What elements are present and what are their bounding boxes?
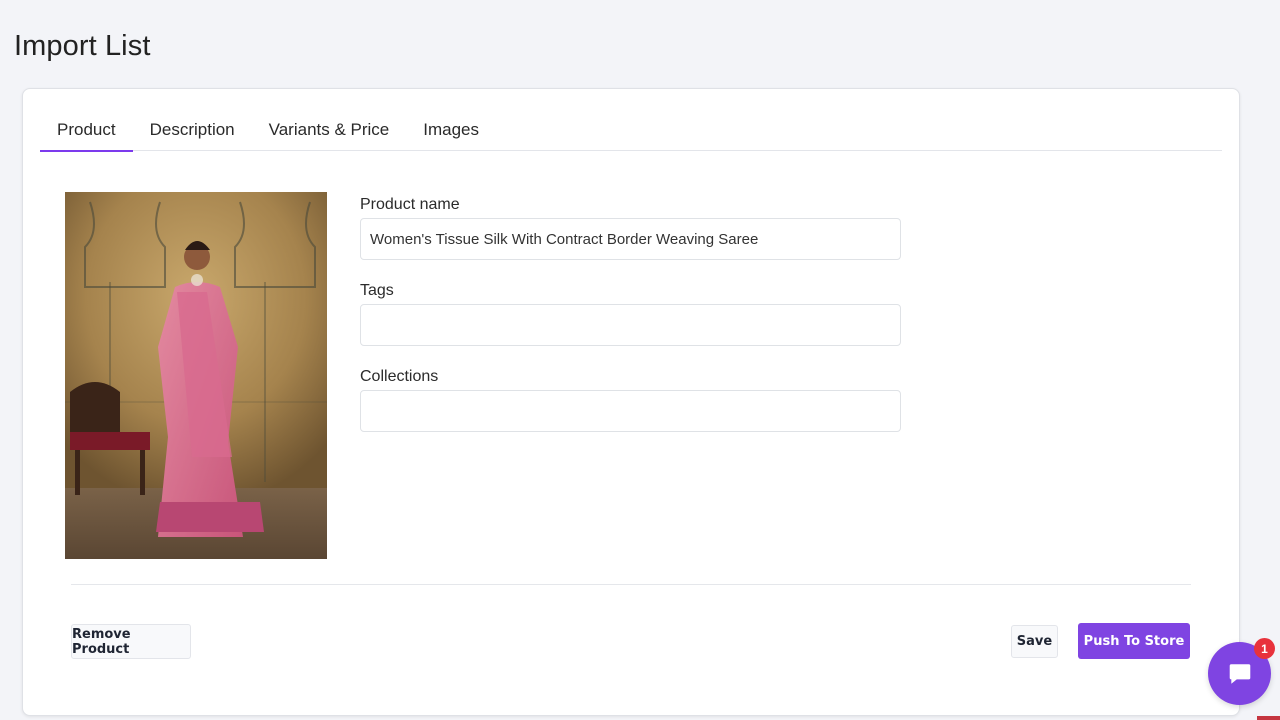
collections-label: Collections: [360, 368, 439, 385]
import-product-card: Product Description Variants & Price Ima…: [22, 88, 1240, 716]
push-to-store-button[interactable]: Push To Store: [1078, 623, 1190, 659]
tab-images[interactable]: Images: [406, 109, 496, 151]
product-image: [65, 192, 327, 559]
tags-field: Tags: [360, 282, 902, 346]
collections-input[interactable]: [360, 390, 901, 432]
page-title: Import List: [14, 30, 151, 62]
product-name-label: Product name: [360, 196, 460, 213]
corner-indicator: [1257, 716, 1280, 720]
product-name-field: Product name: [360, 196, 902, 260]
chat-notification-badge: 1: [1254, 638, 1275, 659]
tab-product[interactable]: Product: [40, 109, 133, 152]
chat-bubble-icon: [1229, 663, 1250, 684]
product-tabs: Product Description Variants & Price Ima…: [40, 109, 1222, 152]
remove-product-button[interactable]: Remove Product: [71, 624, 191, 659]
collections-field: Collections: [360, 368, 902, 432]
tab-variants-price[interactable]: Variants & Price: [252, 109, 407, 151]
save-button[interactable]: Save: [1011, 625, 1058, 658]
footer-divider: [71, 584, 1191, 585]
product-form: Product name Tags Collections: [360, 196, 902, 454]
tab-description[interactable]: Description: [133, 109, 252, 151]
product-name-input[interactable]: [360, 218, 901, 260]
tags-input[interactable]: [360, 304, 901, 346]
tags-label: Tags: [360, 282, 394, 299]
